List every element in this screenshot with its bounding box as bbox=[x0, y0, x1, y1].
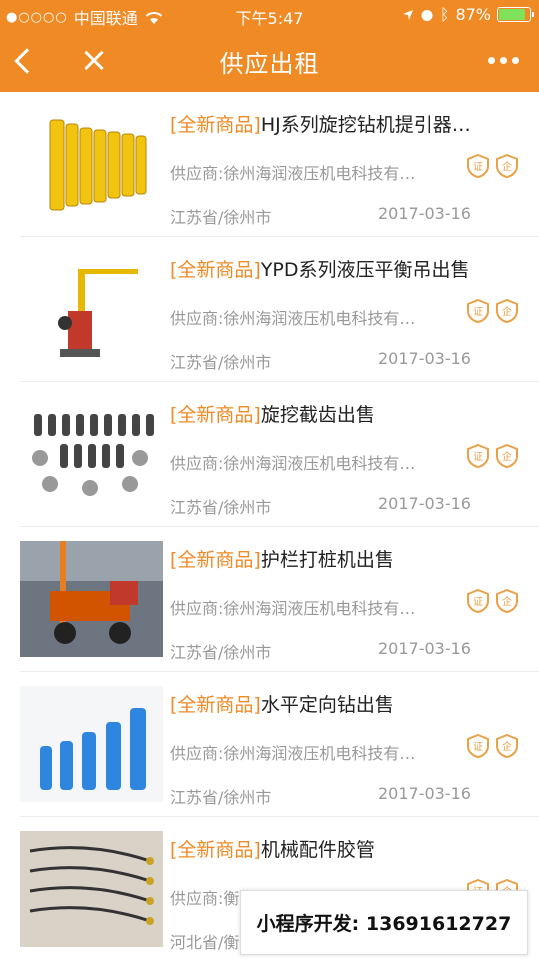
top-bar: ●○○○○ 中国联通 下午5:47 ᛒ 87% × 供应出租 bbox=[0, 0, 539, 92]
svg-text:证: 证 bbox=[473, 741, 483, 753]
date-text: 2017-03-16 bbox=[378, 639, 471, 658]
badges: 证 企 bbox=[466, 589, 519, 613]
product-image bbox=[20, 106, 163, 222]
status-bar: ●○○○○ 中国联通 下午5:47 ᛒ 87% bbox=[0, 0, 539, 30]
product-image bbox=[20, 541, 163, 657]
product-image bbox=[20, 686, 163, 802]
nav-bar: × 供应出租 bbox=[0, 30, 539, 92]
cert-badge-icon: 证 bbox=[467, 589, 489, 613]
product-title: [全新商品]水平定向钻出售 bbox=[170, 690, 520, 717]
date-text: 2017-03-16 bbox=[378, 784, 471, 803]
supplier-text: 供应商:徐州海润液压机电科技有… bbox=[170, 309, 416, 328]
location-text: 江苏省/徐州市 bbox=[170, 643, 272, 662]
supplier-text: 供应商:徐州海润液压机电科技有… bbox=[170, 744, 416, 763]
enterprise-badge-icon: 企 bbox=[496, 299, 518, 323]
product-name: YPD系列液压平衡吊出售 bbox=[260, 259, 470, 281]
date-text: 2017-03-16 bbox=[378, 494, 471, 513]
product-name: 水平定向钻出售 bbox=[260, 694, 394, 716]
product-tag: [全新商品] bbox=[170, 404, 261, 426]
product-name: 旋挖截齿出售 bbox=[260, 404, 375, 426]
location-text: 江苏省/徐州市 bbox=[170, 498, 272, 517]
product-name: 机械配件胶管 bbox=[260, 839, 375, 861]
enterprise-badge-icon: 企 bbox=[496, 734, 518, 758]
product-tag: [全新商品] bbox=[170, 839, 261, 861]
page-title: 供应出租 bbox=[219, 50, 320, 78]
date-text: 2017-03-16 bbox=[378, 204, 471, 223]
location-text: 江苏省/徐州市 bbox=[170, 788, 272, 807]
location-text: 江苏省/徐州市 bbox=[170, 353, 272, 372]
cert-badge-icon: 证 bbox=[467, 154, 489, 178]
cert-badge-icon: 证 bbox=[467, 299, 489, 323]
product-title: [全新商品]护栏打桩机出售 bbox=[170, 545, 520, 572]
product-name: 护栏打桩机出售 bbox=[260, 549, 394, 571]
promo-banner: 小程序开发: 13691612727 bbox=[240, 890, 528, 955]
svg-text:证: 证 bbox=[473, 596, 483, 608]
enterprise-badge-icon: 企 bbox=[496, 589, 518, 613]
enterprise-badge-icon: 企 bbox=[496, 444, 518, 468]
svg-text:企: 企 bbox=[502, 160, 512, 173]
list-item[interactable]: [全新商品]HJ系列旋挖钻机提引器… 供应商:徐州海润液压机电科技有… 证 企 … bbox=[20, 92, 539, 237]
badges: 证 企 bbox=[466, 444, 519, 468]
location-icon bbox=[402, 9, 413, 20]
cert-badge-icon: 证 bbox=[467, 444, 489, 468]
list-item[interactable]: [全新商品]旋挖截齿出售 供应商:徐州海润液压机电科技有… 证 企 江苏省/徐州… bbox=[20, 382, 539, 527]
bluetooth-icon: ᛒ bbox=[439, 5, 450, 24]
product-list: [全新商品]HJ系列旋挖钻机提引器… 供应商:徐州海润液压机电科技有… 证 企 … bbox=[0, 92, 539, 960]
list-item[interactable]: [全新商品]护栏打桩机出售 供应商:徐州海润液压机电科技有… 证 企 江苏省/徐… bbox=[20, 527, 539, 672]
more-button[interactable] bbox=[485, 48, 521, 72]
product-title: [全新商品]YPD系列液压平衡吊出售 bbox=[170, 255, 520, 282]
svg-text:企: 企 bbox=[502, 595, 512, 608]
badges: 证 企 bbox=[466, 734, 519, 758]
product-image bbox=[20, 396, 163, 512]
svg-text:企: 企 bbox=[502, 305, 512, 318]
location-text: 江苏省/徐州市 bbox=[170, 208, 272, 227]
product-title: [全新商品]HJ系列旋挖钻机提引器… bbox=[170, 110, 520, 137]
list-item[interactable]: [全新商品]水平定向钻出售 供应商:徐州海润液压机电科技有… 证 企 江苏省/徐… bbox=[20, 672, 539, 817]
enterprise-badge-icon: 企 bbox=[496, 154, 518, 178]
badges: 证 企 bbox=[466, 154, 519, 178]
supplier-text: 供应商:徐州海润液压机电科技有… bbox=[170, 599, 416, 618]
svg-text:企: 企 bbox=[502, 450, 512, 463]
svg-text:企: 企 bbox=[502, 740, 512, 753]
svg-text:证: 证 bbox=[473, 306, 483, 318]
cert-badge-icon: 证 bbox=[467, 734, 489, 758]
product-name: HJ系列旋挖钻机提引器… bbox=[260, 114, 471, 136]
product-image bbox=[20, 831, 163, 947]
product-tag: [全新商品] bbox=[170, 259, 261, 281]
product-tag: [全新商品] bbox=[170, 694, 261, 716]
product-image bbox=[20, 251, 163, 367]
battery-icon bbox=[497, 7, 534, 22]
date-text: 2017-03-16 bbox=[378, 349, 471, 368]
alarm-icon bbox=[421, 9, 433, 21]
product-title: [全新商品]机械配件胶管 bbox=[170, 835, 520, 862]
status-right: ᛒ 87% bbox=[402, 5, 534, 24]
badges: 证 企 bbox=[466, 299, 519, 323]
product-title: [全新商品]旋挖截齿出售 bbox=[170, 400, 520, 427]
svg-text:证: 证 bbox=[473, 161, 483, 173]
list-item[interactable]: [全新商品]YPD系列液压平衡吊出售 供应商:徐州海润液压机电科技有… 证 企 … bbox=[20, 237, 539, 382]
supplier-text: 供应商:徐州海润液压机电科技有… bbox=[170, 454, 416, 473]
svg-text:证: 证 bbox=[473, 451, 483, 463]
battery-percent: 87% bbox=[455, 5, 491, 24]
supplier-text: 供应商:徐州海润液压机电科技有… bbox=[170, 164, 416, 183]
product-tag: [全新商品] bbox=[170, 549, 261, 571]
product-tag: [全新商品] bbox=[170, 114, 261, 136]
